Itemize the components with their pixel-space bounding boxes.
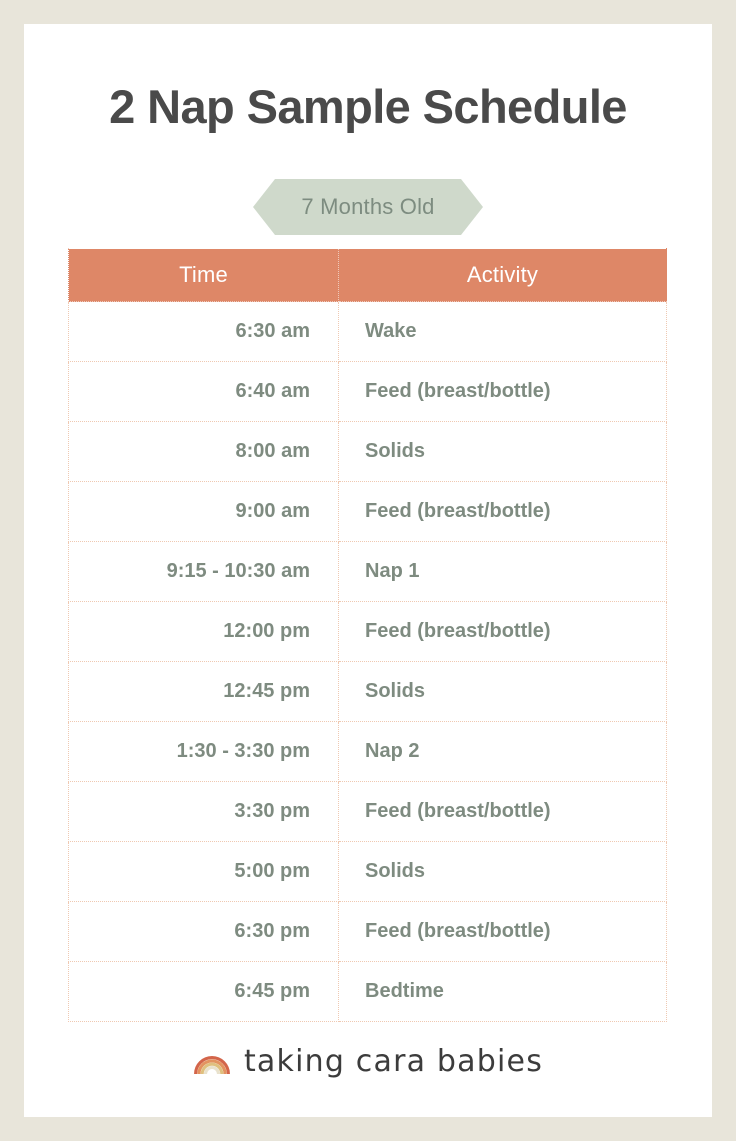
cell-activity: Solids <box>338 661 667 722</box>
cell-activity: Solids <box>338 421 667 482</box>
cell-time: 9:00 am <box>68 481 339 542</box>
age-badge: 7 Months Old <box>253 179 483 235</box>
cell-time: 9:15 - 10:30 am <box>68 541 339 602</box>
schedule-card: 2 Nap Sample Schedule 7 Months Old Time … <box>24 24 712 1117</box>
table-row: 12:00 pm Feed (breast/bottle) <box>68 601 667 662</box>
cell-time: 1:30 - 3:30 pm <box>68 721 339 782</box>
cell-activity: Feed (breast/bottle) <box>338 901 667 962</box>
table-row: 3:30 pm Feed (breast/bottle) <box>68 781 667 842</box>
table-row: 1:30 - 3:30 pm Nap 2 <box>68 721 667 782</box>
cell-time: 5:00 pm <box>68 841 339 902</box>
table-row: 9:00 am Feed (breast/bottle) <box>68 481 667 542</box>
table-row: 6:30 pm Feed (breast/bottle) <box>68 901 667 962</box>
table-row: 6:40 am Feed (breast/bottle) <box>68 361 667 422</box>
table-header-row: Time Activity <box>68 248 667 302</box>
logo-wordmark: taking cara babies <box>243 1044 544 1079</box>
page-frame: 2 Nap Sample Schedule 7 Months Old Time … <box>0 0 736 1141</box>
cell-activity: Feed (breast/bottle) <box>338 361 667 422</box>
rainbow-icon <box>194 1055 230 1074</box>
cell-time: 12:45 pm <box>68 661 339 722</box>
cell-activity: Feed (breast/bottle) <box>338 601 667 662</box>
table-row: 5:00 pm Solids <box>68 841 667 902</box>
footer-logo: taking cara babies <box>24 1044 712 1079</box>
cell-time: 6:30 pm <box>68 901 339 962</box>
table-row: 6:45 pm Bedtime <box>68 961 667 1022</box>
cell-activity: Feed (breast/bottle) <box>338 781 667 842</box>
cell-activity: Wake <box>338 301 667 362</box>
age-badge-container: 7 Months Old <box>24 179 712 235</box>
page-title: 2 Nap Sample Schedule <box>109 80 627 133</box>
cell-activity: Nap 1 <box>338 541 667 602</box>
cell-time: 6:45 pm <box>68 961 339 1022</box>
cell-activity: Nap 2 <box>338 721 667 782</box>
cell-activity: Solids <box>338 841 667 902</box>
cell-activity: Bedtime <box>338 961 667 1022</box>
table-row: 8:00 am Solids <box>68 421 667 482</box>
schedule-table: Time Activity 6:30 am Wake 6:40 am Feed (br… <box>68 248 667 1022</box>
schedule-table-head: Time Activity <box>68 248 667 302</box>
cell-time: 8:00 am <box>68 421 339 482</box>
column-header-time: Time <box>68 248 339 302</box>
table-row: 12:45 pm Solids <box>68 661 667 722</box>
table-row: 9:15 - 10:30 am Nap 1 <box>68 541 667 602</box>
cell-time: 6:40 am <box>68 361 339 422</box>
cell-time: 6:30 am <box>68 301 339 362</box>
table-row: 6:30 am Wake <box>68 301 667 362</box>
age-badge-label: 7 Months Old <box>301 194 435 219</box>
cell-activity: Feed (breast/bottle) <box>338 481 667 542</box>
column-header-activity: Activity <box>338 248 667 302</box>
schedule-table-body: 6:30 am Wake 6:40 am Feed (breast/bottle) 8:… <box>68 301 667 1022</box>
cell-time: 3:30 pm <box>68 781 339 842</box>
cell-time: 12:00 pm <box>68 601 339 662</box>
